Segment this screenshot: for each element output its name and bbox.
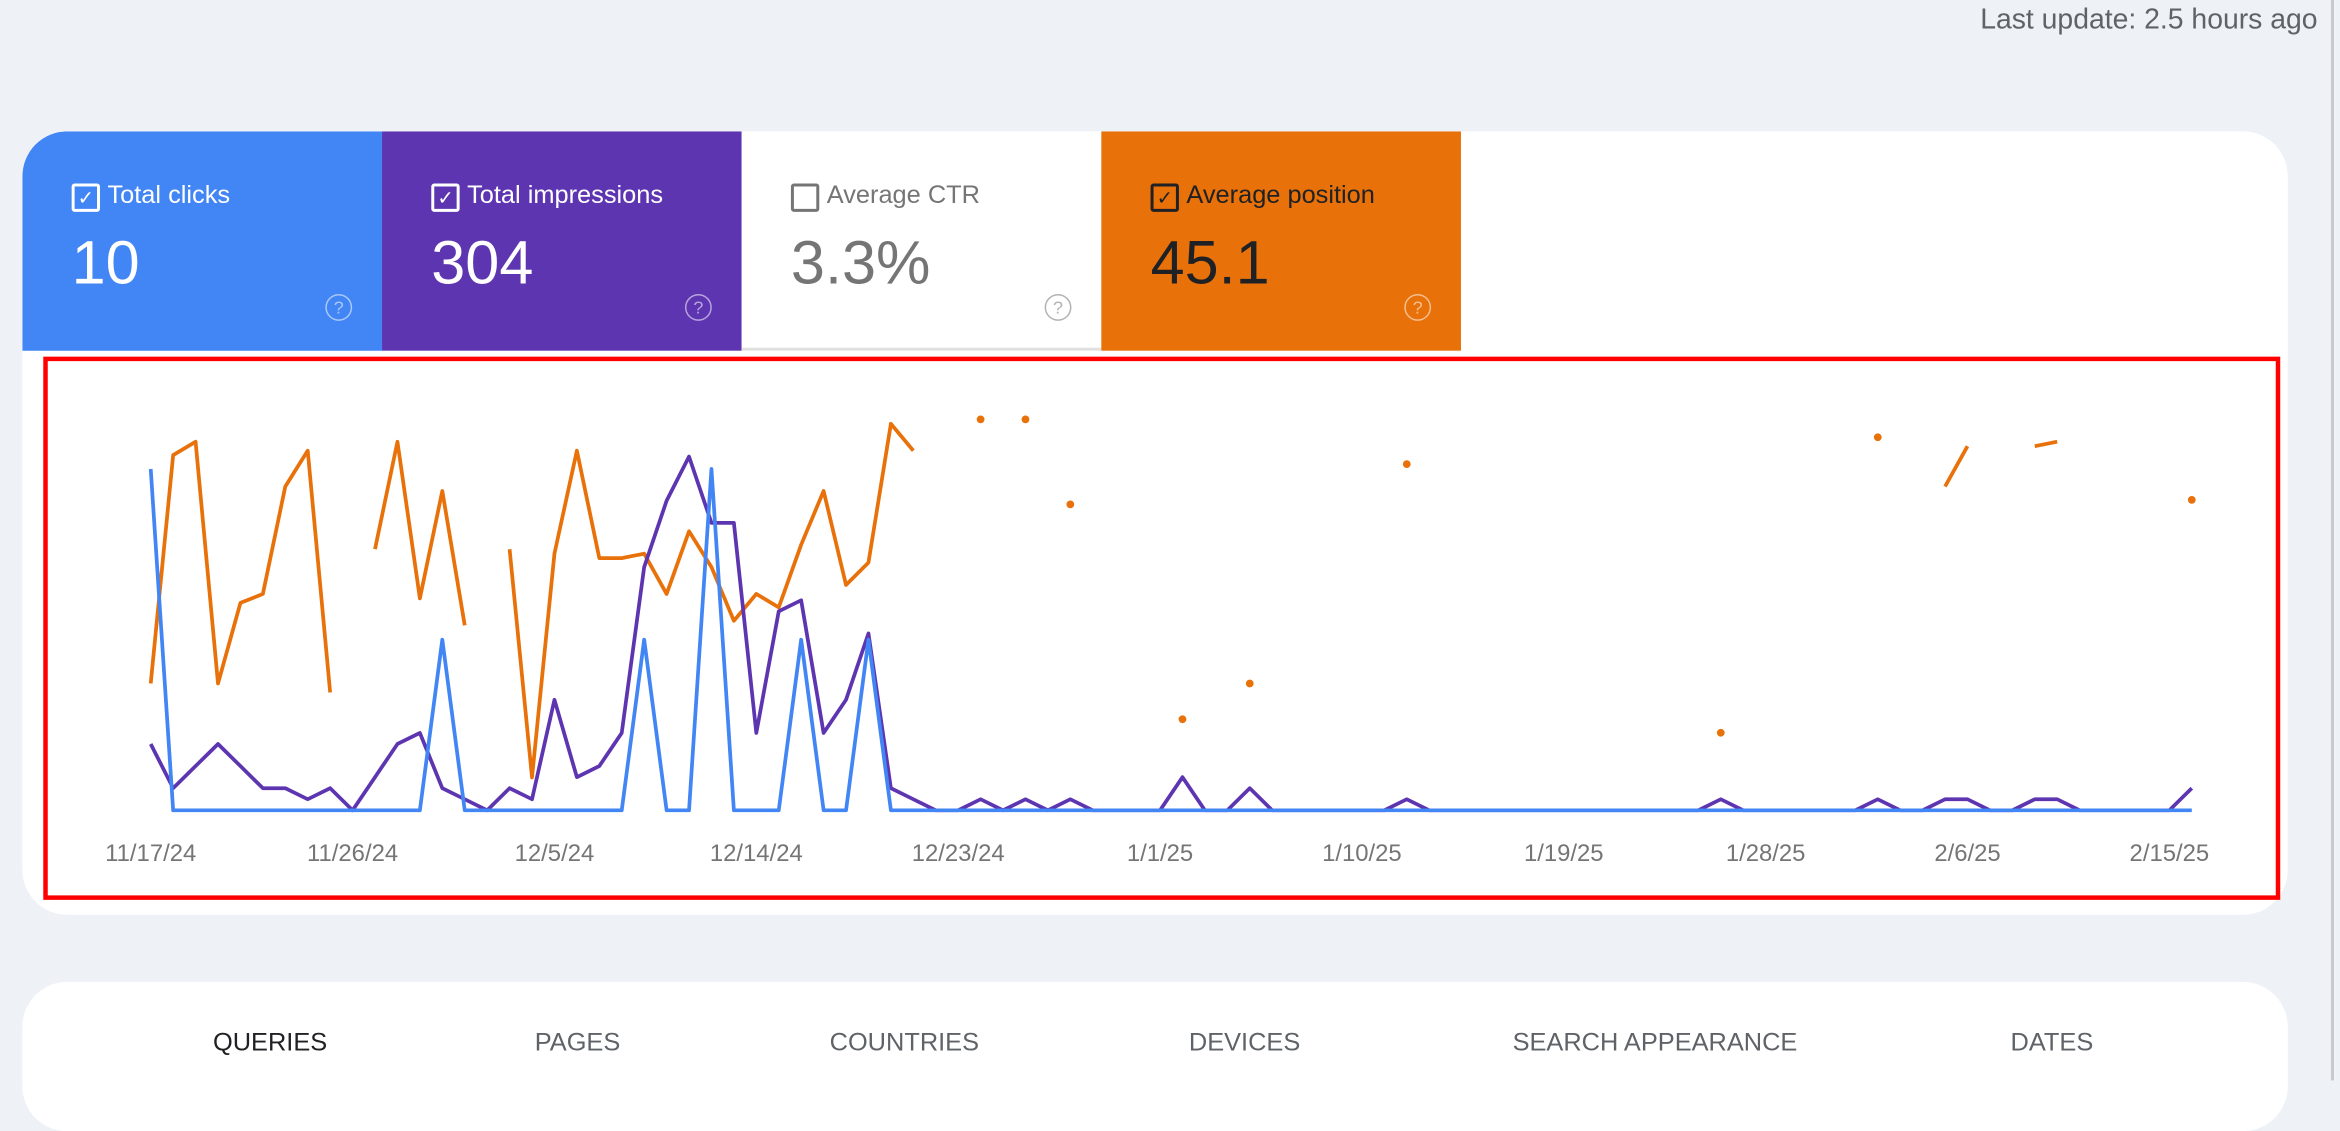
help-icon[interactable]: ? [325,293,353,321]
checkbox-icon[interactable]: ✓ [431,183,460,212]
help-icon[interactable]: ? [1044,293,1072,321]
metric-label: Average CTR [826,180,980,209]
metric-average-position[interactable]: ✓ Average position 45.1 ? [1101,131,1461,351]
metric-label: Total impressions [467,180,664,209]
tab-devices[interactable]: DEVICES [1189,1028,1300,1058]
tab-countries[interactable]: COUNTRIES [830,1028,979,1058]
help-icon[interactable]: ? [684,293,712,321]
dimension-tabs-card: QUERIES PAGES COUNTRIES DEVICES SEARCH A… [22,981,2288,1131]
metric-label: Total clicks [107,180,231,209]
checkbox-icon[interactable]: ✓ [71,183,100,212]
help-icon[interactable]: ? [1404,293,1432,321]
tab-pages[interactable]: PAGES [535,1028,621,1058]
last-update-text: Last update: 2.5 hours ago [1980,4,2318,36]
metric-total-clicks[interactable]: ✓ Total clicks 10 ? [22,131,383,351]
checkbox-icon[interactable]: ✓ [1150,183,1179,212]
metric-label: Average position [1186,180,1375,209]
highlight-box [43,356,2281,900]
performance-page: Last update: 2.5 hours ago ✓ Total click… [0,0,2340,1131]
metric-value: 304 [431,228,534,297]
tab-queries[interactable]: QUERIES [213,1028,327,1058]
tab-search-appearance[interactable]: SEARCH APPEARANCE [1513,1028,1798,1058]
metric-average-ctr[interactable]: Average CTR 3.3% ? [741,131,1102,351]
checkbox-icon[interactable] [790,183,820,212]
metric-total-impressions[interactable]: ✓ Total impressions 304 ? [382,131,742,351]
scrollbar[interactable] [2330,0,2334,1081]
metric-value: 3.3% [790,228,931,297]
metric-value: 45.1 [1150,228,1270,297]
tab-dates[interactable]: DATES [2011,1028,2094,1058]
metric-value: 10 [71,228,140,297]
